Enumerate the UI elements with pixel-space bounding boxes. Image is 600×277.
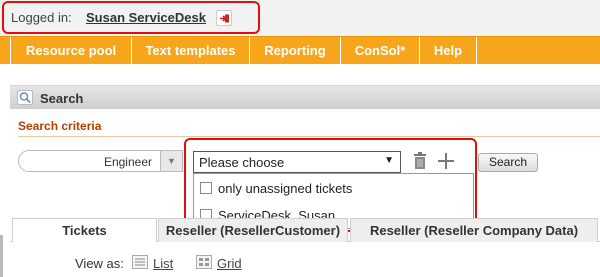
- grid-icon[interactable]: [196, 255, 212, 269]
- view-list-link[interactable]: List: [153, 256, 173, 271]
- user-name-link[interactable]: Susan ServiceDesk: [86, 10, 206, 25]
- tab-reseller-customer[interactable]: Reseller (ResellerCustomer): [158, 218, 348, 242]
- tab-reseller-company-data[interactable]: Reseller (Reseller Company Data): [350, 218, 598, 242]
- engineer-select-value: Engineer: [103, 155, 152, 169]
- checkbox[interactable]: [200, 182, 212, 194]
- engineer-select-toggle[interactable]: ▼: [160, 151, 182, 171]
- logged-in-label: Logged in:: [11, 10, 72, 25]
- top-bar: Logged in: Susan ServiceDesk: [0, 0, 600, 36]
- nav-item-reporting[interactable]: Reporting: [250, 37, 341, 64]
- window-edge: [0, 235, 3, 277]
- criteria-divider: [18, 136, 600, 137]
- view-as-label: View as:: [75, 256, 124, 271]
- nav-item-help[interactable]: Help: [420, 37, 477, 64]
- search-panel-header: Search: [10, 85, 600, 109]
- search-criteria-title: Search criteria: [18, 119, 102, 133]
- criteria-dropdown-value: Please choose: [199, 155, 285, 170]
- logout-icon: [220, 14, 229, 23]
- logout-button[interactable]: [216, 10, 232, 26]
- list-icon[interactable]: [132, 255, 148, 269]
- chevron-down-icon: ▼: [167, 156, 176, 166]
- search-panel-title: Search: [40, 91, 84, 106]
- search-button[interactable]: Search: [478, 153, 538, 172]
- engineer-select[interactable]: Engineer ▼: [18, 150, 183, 172]
- nav-item-consol[interactable]: ConSol*: [341, 37, 420, 64]
- option-label: only unassigned tickets: [218, 181, 353, 196]
- tab-tickets[interactable]: Tickets: [12, 218, 157, 242]
- nav-item-text-templates[interactable]: Text templates: [132, 37, 250, 64]
- view-grid-link[interactable]: Grid: [217, 256, 242, 271]
- add-criterion-icon[interactable]: [437, 152, 455, 170]
- main-nav: Resource pool Text templates Reporting C…: [0, 36, 600, 64]
- caret-down-icon: ▼: [384, 155, 394, 166]
- search-icon: [17, 90, 33, 105]
- nav-item-resource-pool[interactable]: Resource pool: [11, 37, 132, 64]
- tab-strip: Tickets Reseller (ResellerCustomer) Rese…: [10, 218, 600, 242]
- criteria-dropdown[interactable]: Please choose ▼: [193, 151, 401, 173]
- trash-icon[interactable]: [413, 152, 427, 170]
